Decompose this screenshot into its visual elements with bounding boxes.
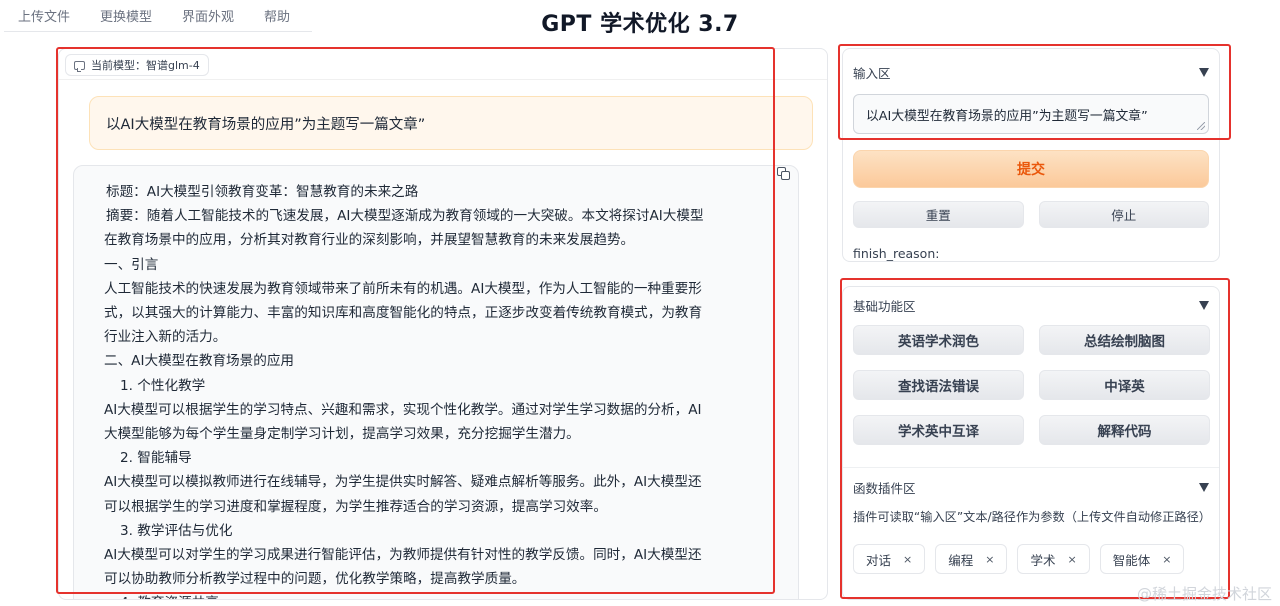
user-message: 以AI大模型在教育场景的应用”为主题写一篇文章” — [89, 96, 813, 150]
copy-icon[interactable] — [777, 167, 791, 181]
chip-label: 对话 — [866, 552, 892, 568]
bot-line: AI大模型可以根据学生的学习特点、兴趣和需求，实现个性化教学。通过对学生学习数据… — [104, 401, 702, 418]
collapse-triangle-icon[interactable] — [1199, 483, 1209, 492]
bot-line-heading: 二、AI大模型在教育场景的应用 — [104, 353, 295, 370]
model-divider — [59, 79, 827, 80]
finish-reason-label: finish_reason: — [853, 246, 940, 261]
control-button-row: 重置 停止 — [853, 201, 1209, 228]
bot-line-subheading: 1. 个性化教学 — [120, 377, 206, 394]
academic-translate-button[interactable]: 学术英中互译 — [853, 415, 1024, 445]
chip-programming[interactable]: 编程 × — [935, 544, 1008, 574]
input-panel-header[interactable]: 输入区 — [853, 63, 1209, 82]
zh-to-en-button[interactable]: 中译英 — [1039, 370, 1210, 400]
input-panel: 输入区 以AI大模型在教育场景的应用”为主题写一篇文章” 提交 重置 停止 fi… — [842, 48, 1220, 262]
input-panel-title: 输入区 — [853, 66, 891, 81]
plugin-panel-title: 函数插件区 — [853, 481, 916, 496]
chip-label: 编程 — [948, 552, 974, 568]
bot-line: 可以协助教师分析教学过程中的问题，优化教学策略，提高教学质量。 — [104, 571, 526, 588]
bot-line: AI大模型可以对学生的学习成果进行智能评估，为教师提供有针对性的教学反馈。同时，… — [104, 547, 702, 564]
bot-line-subheading: 2. 智能辅导 — [120, 450, 192, 467]
function-panel: 基础功能区 英语学术润色 总结绘制脑图 查找语法错误 中译英 学术英中互译 解释… — [842, 286, 1220, 600]
submit-button[interactable]: 提交 — [853, 150, 1209, 188]
basic-panel-title: 基础功能区 — [853, 299, 916, 314]
collapse-triangle-icon[interactable] — [1199, 68, 1209, 77]
chip-label: 学术 — [1030, 552, 1056, 568]
current-model-label: 当前模型：智谱glm-4 — [65, 54, 209, 76]
mindmap-summary-button[interactable]: 总结绘制脑图 — [1039, 325, 1210, 355]
plugin-chip-row: 对话 × 编程 × 学术 × 智能体 × — [853, 544, 1209, 574]
prompt-input[interactable]: 以AI大模型在教育场景的应用”为主题写一篇文章” — [853, 94, 1209, 134]
current-model-text: 当前模型：智谱glm-4 — [91, 59, 200, 72]
chat-panel: 当前模型：智谱glm-4 以AI大模型在教育场景的应用”为主题写一篇文章” 标题… — [58, 48, 828, 600]
explain-code-button[interactable]: 解释代码 — [1039, 415, 1210, 445]
basic-panel-header[interactable]: 基础功能区 — [853, 296, 1209, 315]
watermark: @稀土掘金技术社区 — [1136, 585, 1272, 603]
chip-academic[interactable]: 学术 × — [1017, 544, 1090, 574]
user-message-text: 以AI大模型在教育场景的应用”为主题写一篇文章” — [106, 116, 426, 133]
chip-label: 智能体 — [1112, 552, 1151, 568]
bot-line-subheading: 3. 教学评估与优化 — [120, 522, 233, 539]
reset-button[interactable]: 重置 — [853, 201, 1024, 228]
bot-line: 可以根据学生的学习进度和掌握程度，为学生推荐适合的学习资源，提高学习效率。 — [104, 498, 607, 515]
collapse-triangle-icon[interactable] — [1199, 301, 1209, 310]
bot-line: 大模型能够为每个学生量身定制学习计划，提高学习效果，充分挖掘学生潜力。 — [104, 426, 580, 443]
bot-line: AI大模型可以模拟教师进行在线辅导，为学生提供实时解答、疑难点解析等服务。此外，… — [104, 474, 702, 491]
bot-line: 人工智能技术的快速发展为教育领域带来了前所未有的机遇。AI大模型，作为人工智能的… — [104, 280, 702, 297]
bot-line: 行业注入新的活力。 — [104, 329, 227, 346]
bot-line-abstract: 摘要：随着人工智能技术的飞速发展，AI大模型逐渐成为教育领域的一大突破。本文将探… — [106, 208, 704, 225]
app-title: GPT 学术优化 3.7 — [541, 12, 739, 37]
plugin-panel-header[interactable]: 函数插件区 — [853, 478, 1209, 497]
bot-message: 标题：AI大模型引领教育变革：智慧教育的未来之路 摘要：随着人工智能技术的飞速发… — [73, 165, 799, 599]
english-polish-button[interactable]: 英语学术润色 — [853, 325, 1024, 355]
chip-agent[interactable]: 智能体 × — [1099, 544, 1185, 574]
bot-line-heading: 一、引言 — [104, 256, 159, 273]
chat-bubble-icon — [74, 60, 85, 72]
bot-line: 在教育场景中的应用，分析其对教育行业的深刻影响，并展望智慧教育的未来发展趋势。 — [104, 232, 635, 249]
close-icon[interactable]: × — [1162, 553, 1171, 566]
prompt-input-value: 以AI大模型在教育场景的应用”为主题写一篇文章” — [866, 108, 1148, 124]
bot-line-subheading: 4. 教育资源共享 — [106, 591, 784, 599]
plugin-panel: 函数插件区 插件可读取“输入区”文本/路径作为参数（上传文件自动修正路径） 对话… — [843, 467, 1219, 599]
chip-dialogue[interactable]: 对话 × — [853, 544, 926, 574]
stop-button[interactable]: 停止 — [1038, 201, 1209, 228]
close-icon[interactable]: × — [985, 553, 994, 566]
bot-line-title: 标题：AI大模型引领教育变革：智慧教育的未来之路 — [106, 184, 419, 200]
grammar-check-button[interactable]: 查找语法错误 — [853, 370, 1024, 400]
plugin-description: 插件可读取“输入区”文本/路径作为参数（上传文件自动修正路径） — [853, 510, 1211, 524]
resize-grip-icon[interactable] — [1197, 122, 1205, 130]
close-icon[interactable]: × — [1067, 553, 1076, 566]
bot-line: 式，以其强大的计算能力、丰富的知识库和高度智能化的特点，正逐步改变着传统教育模式… — [104, 305, 703, 322]
close-icon[interactable]: × — [903, 553, 912, 566]
basic-function-grid: 英语学术润色 总结绘制脑图 查找语法错误 中译英 学术英中互译 解释代码 — [853, 325, 1210, 445]
